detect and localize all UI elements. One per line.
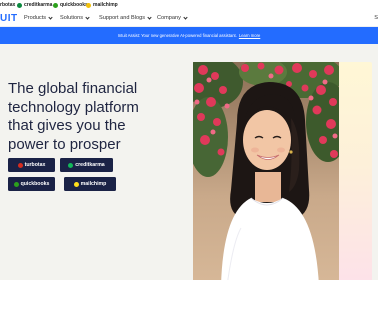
brand-bar: rbotax creditkarma quickbooks mailchimp bbox=[0, 0, 378, 10]
announcement-banner: Intuit Assist: Your new generative AI-po… bbox=[0, 27, 378, 44]
brand-link-quickbooks[interactable]: quickbooks bbox=[53, 1, 88, 9]
quickbooks-label: quickbooks bbox=[20, 181, 50, 187]
nav-item-products[interactable]: Products bbox=[24, 14, 53, 21]
turbotax-button[interactable]: turbotax bbox=[8, 158, 55, 172]
mailchimp-icon bbox=[73, 181, 79, 187]
mailchimp-button[interactable]: mailchimp bbox=[64, 177, 116, 191]
chevron-down-icon bbox=[85, 14, 90, 20]
hero-headline: The global financial technology platform… bbox=[8, 80, 178, 154]
intuit-logo[interactable]: UIT bbox=[0, 13, 18, 24]
quickbooks-icon bbox=[13, 181, 19, 187]
hero-photo bbox=[193, 62, 339, 286]
chevron-down-icon bbox=[183, 14, 188, 20]
nav-item-label: Company bbox=[157, 15, 181, 21]
quickbooks-button[interactable]: quickbooks bbox=[8, 177, 55, 191]
brand-link-mailchimp[interactable]: mailchimp bbox=[86, 1, 118, 9]
nav-item-support-and-blogs[interactable]: Support and Blogs bbox=[99, 14, 152, 21]
headline-line: that gives you the bbox=[8, 117, 126, 134]
brand-link-turbotax[interactable]: rbotax bbox=[0, 1, 15, 9]
main-navbar: UIT Products Solutions Support and Blogs… bbox=[0, 10, 378, 27]
sign-in-link[interactable]: S bbox=[374, 15, 378, 21]
quickbooks-icon bbox=[53, 2, 58, 8]
creditkarma-icon bbox=[68, 162, 74, 168]
chevron-down-icon bbox=[48, 14, 53, 20]
nav-item-label: Solutions bbox=[60, 15, 84, 21]
brand-link-creditkarma[interactable]: creditkarma bbox=[17, 1, 52, 9]
chevron-down-icon bbox=[147, 14, 152, 20]
nav-item-company[interactable]: Company bbox=[157, 14, 188, 21]
quickbooks-brand-label: quickbooks bbox=[60, 2, 88, 8]
creditkarma-label: creditkarma bbox=[75, 162, 105, 168]
banner-text: Intuit Assist: Your new generative AI-po… bbox=[117, 33, 237, 38]
mailchimp-icon bbox=[86, 2, 91, 8]
nav-item-label: Support and Blogs bbox=[99, 15, 146, 21]
mailchimp-label: mailchimp bbox=[80, 181, 107, 187]
creditkarma-button[interactable]: creditkarma bbox=[60, 158, 113, 172]
learn-more-link[interactable]: Learn more bbox=[239, 33, 260, 38]
smiling-woman-photo bbox=[193, 62, 339, 286]
nav-item-solutions[interactable]: Solutions bbox=[60, 14, 90, 21]
mailchimp-brand-label: mailchimp bbox=[93, 2, 118, 8]
below-hero-section bbox=[0, 280, 378, 320]
headline-line: power to prosper bbox=[8, 135, 121, 153]
turbotax-icon bbox=[17, 162, 23, 168]
headline-line: The global financial bbox=[8, 80, 138, 97]
nav-item-label: Products bbox=[24, 15, 47, 21]
creditkarma-brand-label: creditkarma bbox=[24, 2, 53, 8]
headline-line: technology platform bbox=[8, 98, 139, 116]
creditkarma-icon bbox=[17, 2, 22, 8]
turbotax-label: turbotax bbox=[24, 162, 46, 168]
turbotax-brand-label: rbotax bbox=[0, 2, 16, 8]
